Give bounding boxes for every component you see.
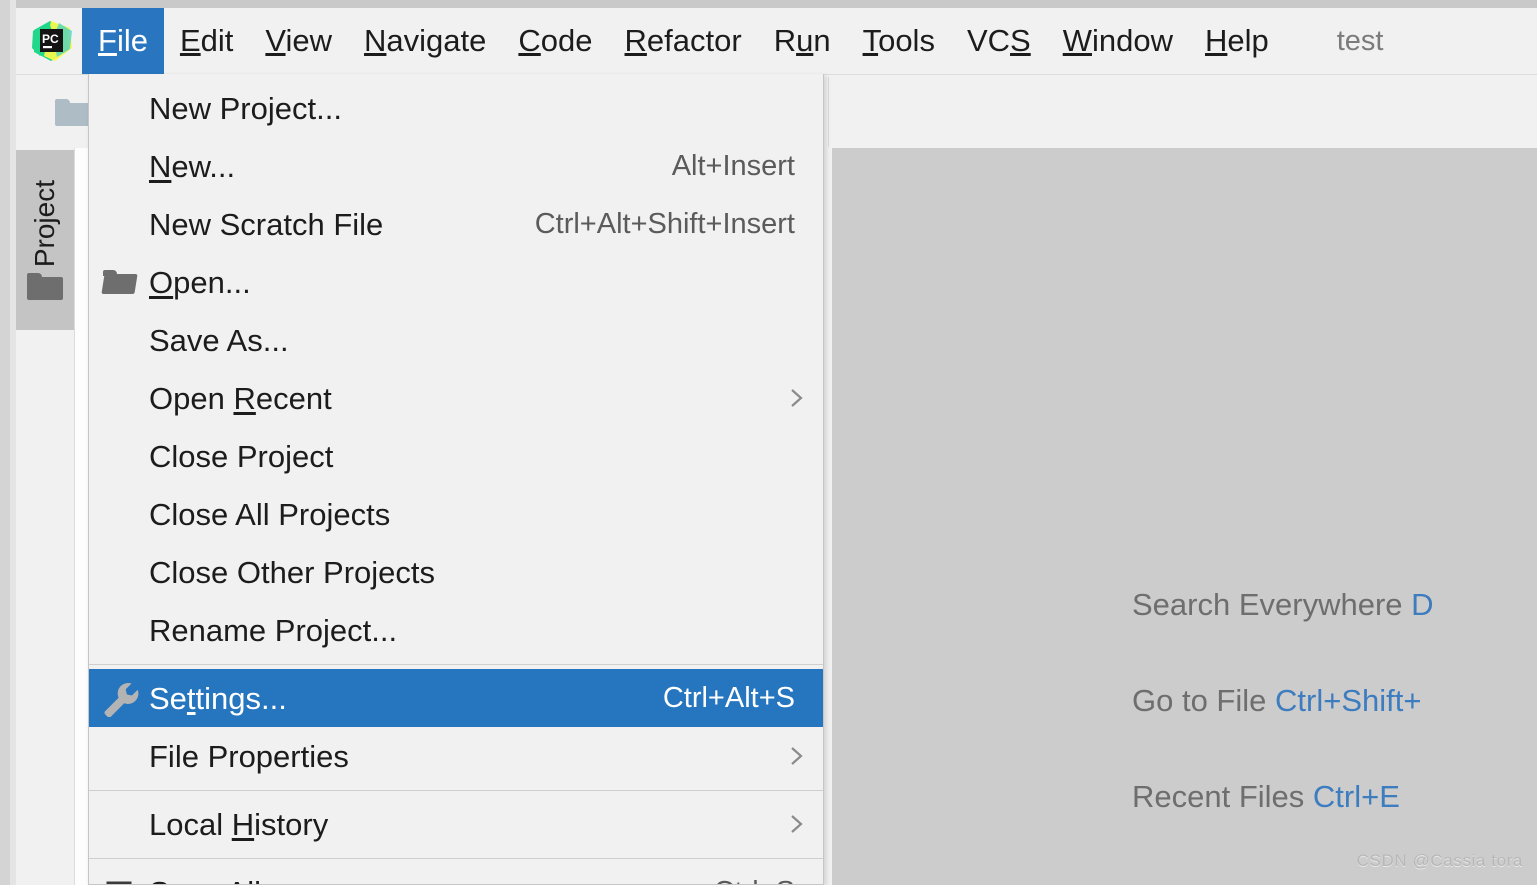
chevron-right-icon (771, 383, 823, 413)
menubar-item-code[interactable]: Code (502, 15, 608, 68)
menu-item-label: Rename Project... (149, 612, 398, 648)
menu-item-label: Open... (149, 264, 251, 300)
menu-item-accelerator: Alt+Insert (671, 149, 795, 182)
menu-item-icon-slot (89, 195, 149, 253)
menu-item-label: Local History (149, 806, 329, 842)
menu-item-icon-slot (89, 795, 149, 853)
hint-action-label: Search Everywhere (1132, 587, 1412, 622)
menu-separator (89, 858, 823, 859)
window-left-edge (0, 0, 16, 885)
menubar-item-tools[interactable]: Tools (847, 15, 951, 68)
save-icon (89, 863, 149, 884)
hint-search-everywhere: Search Everywhere D (1132, 587, 1537, 622)
hint-shortcut-label: Ctrl+Shift+ (1275, 683, 1422, 719)
menu-item-new-project[interactable]: New Project... (89, 79, 823, 137)
menu-item-label: Save All (149, 877, 714, 885)
menu-item-new-scratch-file[interactable]: New Scratch File Ctrl+Alt+Shift+Insert (89, 195, 823, 253)
menu-item-close-project[interactable]: Close Project (89, 427, 823, 485)
menu-item-icon-slot (89, 727, 149, 785)
menu-item-icon-slot (89, 79, 149, 137)
menu-item-save-as[interactable]: Save As... (89, 311, 823, 369)
hint-go-to-file: Go to File Ctrl+Shift+ (1132, 684, 1537, 718)
menu-item-accelerator: Ctrl+Alt+Shift+Insert (534, 207, 795, 240)
menu-item-open[interactable]: Open... (89, 253, 823, 311)
pycharm-window: PC File Edit View Navigate Code Refactor… (0, 0, 1537, 885)
menu-item-icon-slot (89, 543, 149, 601)
watermark: CSDN @Cassia tora (1356, 851, 1523, 870)
menu-item-icon-slot (89, 427, 149, 485)
menu-item-label: Close Other Projects (149, 554, 435, 590)
menubar-item-edit[interactable]: Edit (164, 15, 249, 68)
menu-item-icon-slot (89, 137, 149, 195)
menu-bar: PC File Edit View Navigate Code Refactor… (16, 7, 1537, 75)
menu-item-label: New Scratch File (149, 206, 384, 242)
hint-action-label: Recent Files (1132, 779, 1313, 815)
pycharm-logo-icon: PC (28, 18, 74, 64)
menu-item-label: Open Recent (149, 380, 332, 416)
menu-item-accelerator: Ctrl+Alt+S (662, 681, 795, 714)
menu-separator (89, 664, 823, 665)
folder-icon (89, 253, 149, 311)
menu-item-save-all[interactable]: Save All Ctrl+S (89, 863, 823, 885)
window-top-edge (0, 0, 1537, 8)
menubar-item-file[interactable]: File (82, 7, 164, 75)
menubar-item-help[interactable]: Help (1189, 15, 1285, 68)
sidebar-item-project-label: Project (29, 179, 60, 268)
menu-item-new[interactable]: New... Alt+Insert (89, 137, 823, 195)
menu-item-label: Settings... (149, 680, 287, 716)
menu-item-open-recent[interactable]: Open Recent (89, 369, 823, 427)
menu-item-rename-project[interactable]: Rename Project... (89, 601, 823, 659)
sidebar-item-project[interactable]: Project (16, 150, 74, 330)
menu-item-icon-slot (89, 485, 149, 543)
folder-icon (27, 273, 63, 301)
menubar-item-view[interactable]: View (249, 15, 348, 68)
menu-item-icon-slot (89, 369, 149, 427)
editor-empty-area[interactable]: Search Everywhere D Go to File Ctrl+Shif… (832, 148, 1537, 885)
menu-item-accelerator: Ctrl+S (714, 877, 823, 884)
hint-shortcut-label: Ctrl+E (1312, 779, 1400, 815)
menu-separator (89, 790, 823, 791)
menubar-item-run[interactable]: Run (758, 15, 847, 68)
hint-shortcut-label: D (1411, 587, 1434, 622)
project-name-label: test (1336, 24, 1384, 57)
menubar-item-window[interactable]: Window (1047, 15, 1189, 68)
folder-icon (55, 98, 91, 126)
menu-item-settings[interactable]: Settings... Ctrl+Alt+S (89, 669, 823, 727)
wrench-icon (89, 669, 149, 727)
menu-item-label: Close All Projects (149, 496, 391, 532)
folder-icon-glyph (100, 269, 138, 295)
menu-item-local-history[interactable]: Local History (89, 795, 823, 853)
chevron-right-icon (771, 809, 823, 839)
menubar-item-vcs[interactable]: VCS (951, 15, 1047, 68)
hint-action-label: Go to File (1132, 683, 1275, 719)
menubar-item-navigate[interactable]: Navigate (348, 15, 502, 68)
hint-recent-files: Recent Files Ctrl+E (1132, 780, 1537, 814)
menu-item-close-all-projects[interactable]: Close All Projects (89, 485, 823, 543)
toolbar-right-area (829, 77, 1537, 147)
menu-item-label: New Project... (149, 90, 342, 126)
chevron-right-icon (771, 741, 823, 771)
menu-item-icon-slot (89, 601, 149, 659)
menu-item-label: Close Project (149, 438, 334, 474)
menu-item-icon-slot (89, 311, 149, 369)
menu-item-file-properties[interactable]: File Properties (89, 727, 823, 785)
editor-hint-list: Search Everywhere D Go to File Ctrl+Shif… (1132, 587, 1537, 876)
file-menu-popup[interactable]: New Project... New... Alt+Insert New Scr… (88, 74, 824, 885)
menubar-item-refactor[interactable]: Refactor (609, 15, 758, 68)
menu-item-label: Save As... (149, 322, 289, 358)
menu-item-label: File Properties (149, 738, 349, 774)
svg-text:PC: PC (42, 32, 59, 46)
menu-item-label: New... (149, 148, 236, 184)
tool-window-gutter (75, 148, 89, 885)
menu-item-close-other-projects[interactable]: Close Other Projects (89, 543, 823, 601)
